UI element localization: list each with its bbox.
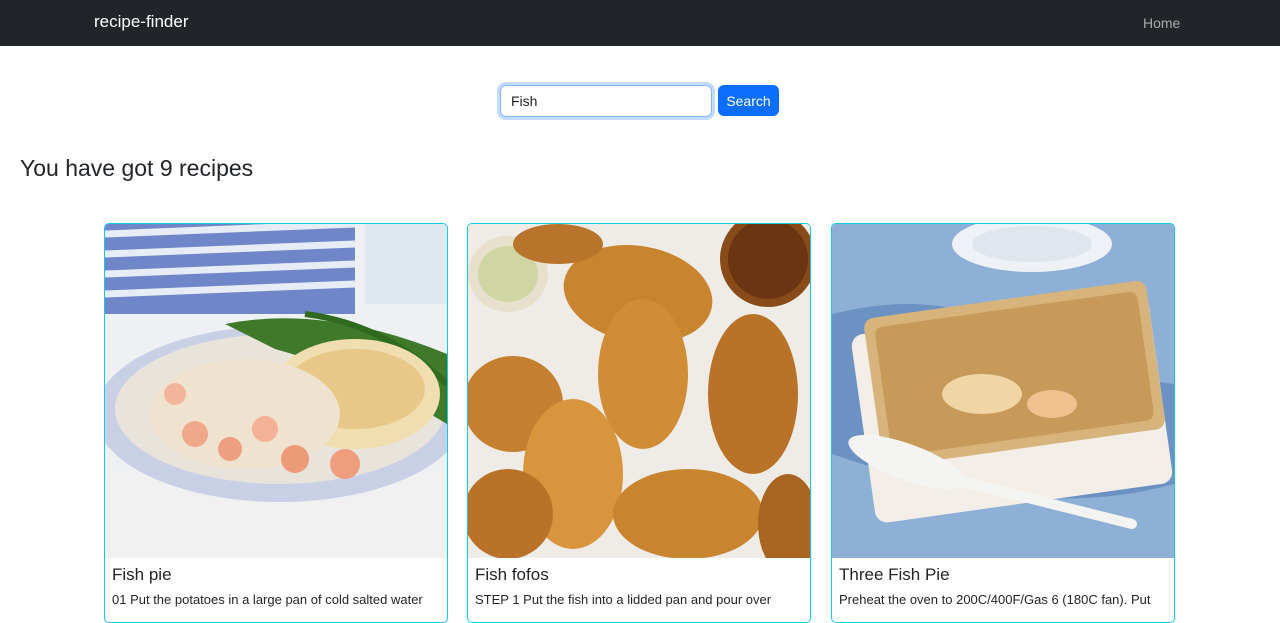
brand-link[interactable]: recipe-finder [94, 12, 189, 32]
nav-home-link[interactable]: Home [1143, 15, 1180, 31]
recipe-title: Three Fish Pie [839, 565, 950, 584]
search-input[interactable] [500, 85, 712, 117]
recipe-card[interactable]: Three Fish Pie Preheat the oven to 200C/… [831, 223, 1175, 623]
recipe-image [832, 224, 1174, 558]
recipe-image [468, 224, 810, 558]
recipe-card[interactable]: Fish pie 01 Put the potatoes in a large … [104, 223, 448, 623]
recipe-card[interactable]: Fish fofos STEP 1 Put the fish into a li… [467, 223, 811, 623]
search-button[interactable]: Search [718, 85, 779, 116]
recipe-title: Fish fofos [475, 565, 549, 584]
results-heading: You have got 9 recipes [20, 155, 254, 181]
recipe-title: Fish pie [112, 565, 172, 584]
recipe-image [105, 224, 447, 558]
navbar: recipe-finder Home [0, 0, 1280, 46]
